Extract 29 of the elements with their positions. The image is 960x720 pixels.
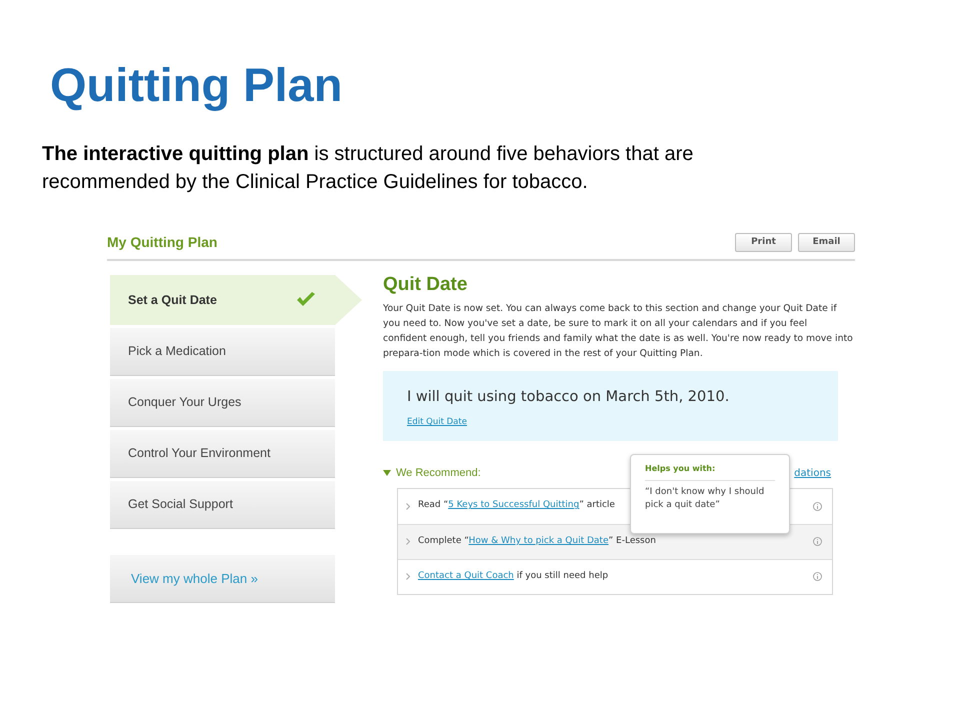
recommendation-text: Contact a Quit Coach if you still need help [418, 570, 608, 583]
slide-title: Quitting Plan [50, 58, 342, 112]
recommendation-link[interactable]: Contact a Quit Coach [418, 570, 514, 581]
info-icon[interactable] [813, 537, 822, 546]
step-tab[interactable]: Set a Quit Date [110, 275, 362, 325]
step-tab[interactable]: Pick a Medication [110, 328, 335, 376]
chevron-icon [406, 502, 410, 510]
email-button[interactable]: Email [798, 233, 855, 252]
quit-date-statement: I will quit using tobacco on March 5th, 2010. [407, 388, 730, 406]
recommendation-text: Complete “How & Why to pick a Quit Date” E-Lesson [418, 534, 656, 548]
section-description: Your Quit Date is now set. You can always come back to this section and change your Quit Date if you need to. Now you've set a date, be sure to mark it on all your calendars and if you feel confident enough, tell you friends and family what the date is as well. You're now ready to move into prepara-tion mode which is covered in the rest of your Quitting Plan. [383, 302, 853, 360]
chevron-icon [406, 573, 410, 580]
tooltip-title: Helps you with: [645, 463, 775, 481]
tooltip-text: “I don't know why I should pick a quit date” [645, 486, 766, 512]
recommendations-link[interactable]: dations [794, 466, 831, 481]
step-tab[interactable]: Control Your Environment [110, 430, 335, 478]
step-tab[interactable]: Conquer Your Urges [110, 379, 335, 427]
expand-triangle-icon[interactable] [383, 470, 391, 476]
intro-paragraph: The interactive quitting plan is structured around five behaviors that are recommended by the Clinical Practice Guidelines for tobacco. [42, 142, 694, 195]
chevron-icon [406, 538, 410, 545]
recommend-heading: We Recommend: [396, 466, 481, 481]
recommendation-text: Read “5 Keys to Successful Quitting” article [418, 499, 615, 512]
print-button[interactable]: Print [735, 233, 792, 252]
info-icon[interactable] [813, 502, 822, 510]
plan-header-title: My Quitting Plan [107, 233, 218, 252]
step-tab[interactable]: Get Social Support [110, 481, 335, 529]
recommendation-link[interactable]: 5 Keys to Successful Quitting [448, 500, 580, 510]
info-icon[interactable] [813, 572, 822, 581]
section-title: Quit Date [383, 273, 468, 297]
